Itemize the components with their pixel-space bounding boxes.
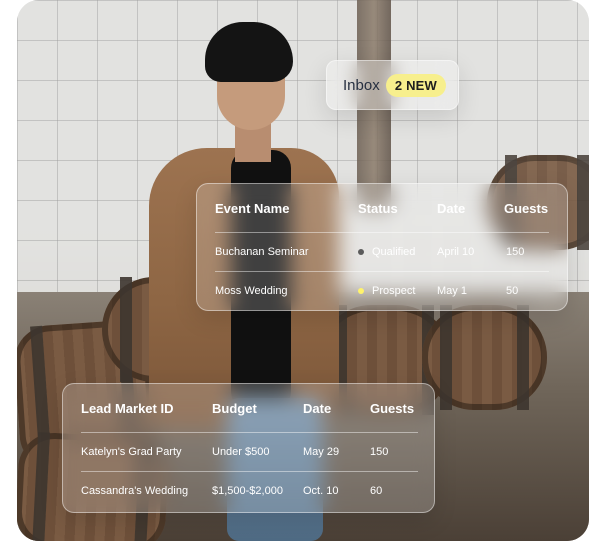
- column-header-date: Date: [437, 200, 466, 216]
- column-header-budget: Budget: [212, 400, 257, 416]
- status-label: Prospect: [372, 285, 416, 297]
- guests-cell: 50: [504, 271, 549, 310]
- column-header-guests: Guests: [370, 400, 415, 416]
- lead-table: Lead Market ID Budget Date Guests Kately…: [81, 384, 418, 510]
- status-cell: Qualified: [358, 232, 437, 272]
- status-cell: Prospect: [358, 271, 437, 310]
- status-pill: Qualified: [358, 233, 437, 271]
- column-header-date: Date: [303, 400, 332, 416]
- lead-table-card: Lead Market ID Budget Date Guests Kately…: [62, 383, 435, 513]
- table-row[interactable]: Cassandra's Wedding $1,500-$2,000 Oct. 1…: [81, 471, 418, 510]
- lead-market-id-cell: Cassandra's Wedding: [81, 471, 212, 510]
- status-dot-icon: [358, 249, 364, 255]
- new-count-badge: 2 NEW: [385, 73, 446, 97]
- budget-cell: $1,500-$2,000: [212, 471, 303, 510]
- column-header-event-name: Event Name: [215, 200, 290, 216]
- table-header-row: Lead Market ID Budget Date Guests: [81, 384, 418, 433]
- column-header-guests: Guests: [504, 200, 549, 216]
- status-label: Qualified: [372, 246, 416, 258]
- event-table: Event Name Status Date Guests Buchanan S…: [215, 184, 549, 310]
- inbox-label: Inbox: [343, 76, 380, 94]
- budget-cell: Under $500: [212, 432, 303, 472]
- lead-market-id-cell: Katelyn's Grad Party: [81, 432, 212, 472]
- event-table-card: Event Name Status Date Guests Buchanan S…: [196, 183, 568, 311]
- table-row[interactable]: Moss Wedding Prospect May 1 50: [215, 271, 549, 310]
- table-row[interactable]: Buchanan Seminar Qualified April 10 150: [215, 232, 549, 272]
- wine-barrel: [422, 305, 547, 410]
- person-hair: [205, 22, 293, 82]
- guests-cell: 150: [504, 232, 549, 272]
- guests-cell: 150: [370, 432, 418, 472]
- inbox-card[interactable]: Inbox 2 NEW: [326, 60, 459, 110]
- status-pill: Prospect: [358, 272, 437, 310]
- guests-cell: 60: [370, 471, 418, 510]
- event-name-cell: Buchanan Seminar: [215, 232, 358, 272]
- column-header-lead-market-id: Lead Market ID: [81, 400, 174, 416]
- table-row[interactable]: Katelyn's Grad Party Under $500 May 29 1…: [81, 432, 418, 472]
- event-name-cell: Moss Wedding: [215, 271, 358, 310]
- status-dot-icon: [358, 288, 364, 294]
- column-header-status: Status: [358, 200, 398, 216]
- table-header-row: Event Name Status Date Guests: [215, 184, 549, 233]
- date-cell: May 1: [437, 271, 504, 310]
- date-cell: Oct. 10: [303, 471, 370, 510]
- date-cell: May 29: [303, 432, 370, 472]
- date-cell: April 10: [437, 232, 504, 272]
